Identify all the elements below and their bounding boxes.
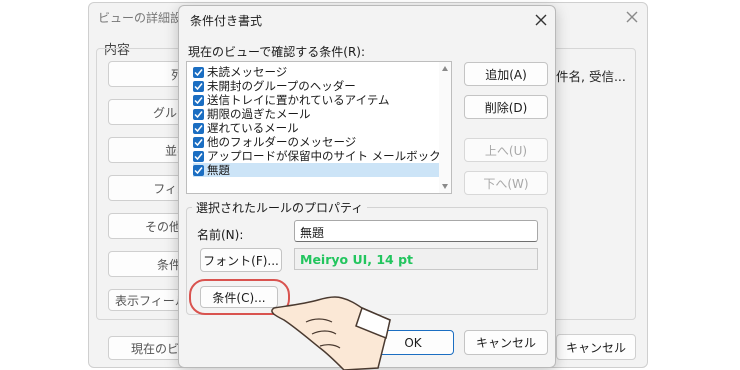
scroll-down-arrow-icon[interactable] [442, 184, 448, 189]
add-button[interactable]: 追加(A) [464, 62, 548, 86]
font-button[interactable]: フォント(F)... [200, 248, 282, 272]
rule-label: 遅れているメール [207, 121, 299, 135]
rule-item[interactable]: 送信トレイに置かれているアイテム [193, 93, 439, 107]
checkbox-checked-icon[interactable] [193, 150, 204, 162]
cancel-button[interactable]: キャンセル [464, 330, 548, 355]
rule-label: アップロードが保留中のサイト メールボックスのドキュ [207, 149, 439, 163]
scroll-up-arrow-icon[interactable] [442, 66, 448, 71]
rules-label: 現在のビューで確認する条件(R): [188, 45, 366, 59]
checkbox-checked-icon[interactable] [193, 136, 204, 148]
checkbox-checked-icon[interactable] [193, 108, 204, 120]
rule-label: 送信トレイに置かれているアイテム [207, 93, 390, 107]
bg-cancel-button[interactable]: キャンセル [556, 334, 636, 360]
name-input-value: 無題 [300, 226, 325, 240]
rule-item[interactable]: 未読メッセージ [193, 65, 439, 79]
hand-pointer-icon [271, 296, 391, 370]
checkbox-checked-icon[interactable] [193, 80, 204, 92]
name-label: 名前(N): [197, 228, 244, 242]
properties-label: 選択されたルールのプロパティ [192, 199, 368, 216]
name-input[interactable]: 無題 [294, 220, 538, 242]
delete-button[interactable]: 削除(D) [464, 95, 548, 119]
rule-item[interactable]: 未開封のグループのヘッダー [193, 79, 439, 93]
font-preview: Meiryo UI, 14 pt [294, 248, 538, 270]
rule-item-selected[interactable]: 無題 [193, 163, 439, 177]
rule-item[interactable]: 遅れているメール [193, 121, 439, 135]
rule-item[interactable]: アップロードが保留中のサイト メールボックスのドキュ [193, 149, 439, 163]
close-icon[interactable] [535, 14, 547, 26]
rule-label: 未開封のグループのヘッダー [207, 79, 356, 93]
bg-description-text: 件名, 受信... [556, 69, 626, 84]
font-preview-text: Meiryo UI, 14 pt [300, 252, 414, 267]
rule-label: 無題 [207, 163, 230, 177]
background-close-icon[interactable] [626, 11, 638, 23]
rule-label: 未読メッセージ [207, 65, 288, 79]
rules-scrollbar[interactable] [439, 62, 451, 193]
rule-label: 期限の過ぎたメール [207, 107, 311, 121]
checkbox-checked-icon[interactable] [193, 94, 204, 106]
rules-listbox[interactable]: 未読メッセージ 未開封のグループのヘッダー 送信トレイに置かれているアイテム 期… [186, 61, 452, 194]
rule-label: 他のフォルダーのメッセージ [207, 135, 357, 149]
move-up-button[interactable]: 上へ(U) [464, 138, 548, 162]
rule-item[interactable]: 他のフォルダーのメッセージ [193, 135, 439, 149]
rule-item[interactable]: 期限の過ぎたメール [193, 107, 439, 121]
dialog-title: 条件付き書式 [190, 14, 263, 28]
checkbox-checked-icon[interactable] [193, 66, 204, 78]
checkbox-checked-icon[interactable] [193, 164, 204, 176]
move-down-button[interactable]: 下へ(W) [464, 171, 548, 195]
checkbox-checked-icon[interactable] [193, 122, 204, 134]
